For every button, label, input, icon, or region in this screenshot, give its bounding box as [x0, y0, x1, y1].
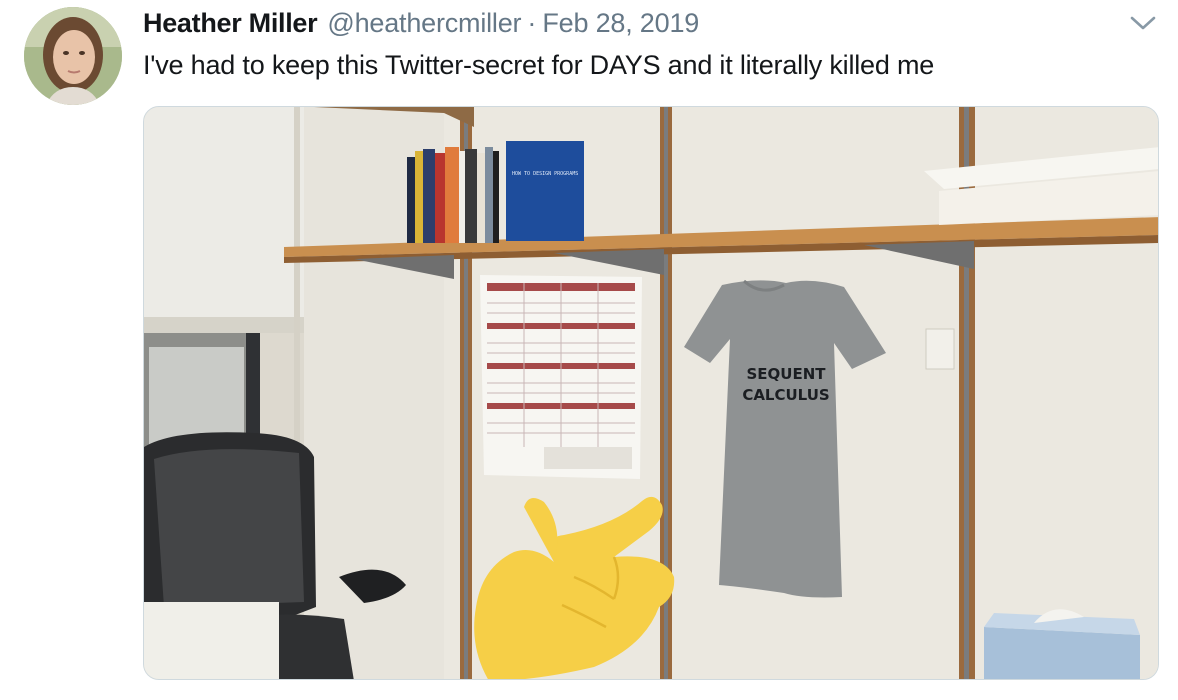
- shirt-text-line2: CALCULUS: [742, 386, 829, 404]
- office-photo: HOW TO DESIGN PROGRAMS SEQUENT CALCULUS: [144, 107, 1158, 679]
- separator-dot: ·: [527, 8, 537, 38]
- book-spine-text: HOW TO DESIGN PROGRAMS: [512, 171, 578, 177]
- avatar[interactable]: [24, 7, 122, 105]
- author-handle[interactable]: @heathercmiller: [327, 8, 521, 39]
- tweet-date[interactable]: Feb 28, 2019: [542, 8, 699, 39]
- chevron-down-icon[interactable]: [1126, 8, 1160, 38]
- tweet-text: I've had to keep this Twitter-secret for…: [143, 50, 935, 80]
- user-avatar-icon: [24, 7, 122, 105]
- tweet-header: Heather Miller @heathercmiller · Feb 28,…: [143, 8, 699, 44]
- shirt-text-line1: SEQUENT: [746, 365, 826, 383]
- author-name[interactable]: Heather Miller: [143, 8, 318, 39]
- tweet-photo[interactable]: HOW TO DESIGN PROGRAMS SEQUENT CALCULUS: [143, 106, 1159, 680]
- tweet-card[interactable]: Heather Miller @heathercmiller · Feb 28,…: [0, 0, 1178, 700]
